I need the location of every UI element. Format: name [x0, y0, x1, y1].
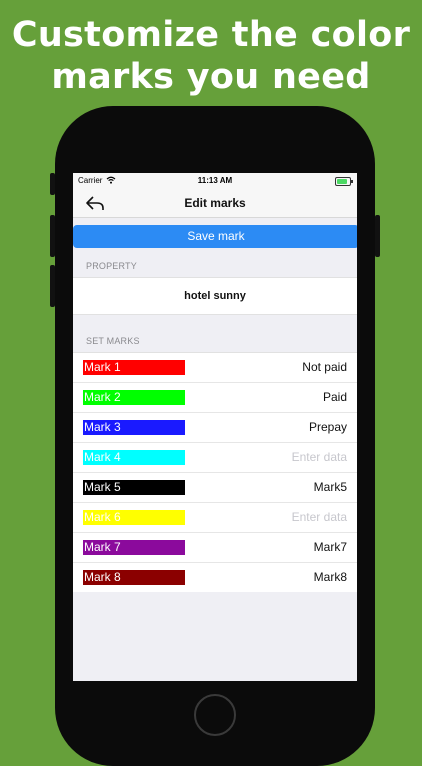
mark-color-swatch[interactable]: Mark 8	[83, 570, 185, 585]
property-header-label: PROPERTY	[86, 261, 137, 271]
mark-color-swatch[interactable]: Mark 6	[83, 510, 185, 525]
mark-row[interactable]: Mark 6 Enter data	[73, 503, 357, 533]
volume-up-button	[50, 215, 55, 257]
mark-row[interactable]: Mark 7 Mark7	[73, 533, 357, 563]
volume-down-button	[50, 265, 55, 307]
mark-row[interactable]: Mark 5 Mark5	[73, 473, 357, 503]
navigation-bar: Edit marks	[73, 189, 357, 218]
status-bar: Carrier 11:13 AM	[73, 173, 357, 189]
app-screen: Carrier 11:13 AM Edit marks Save mark PR…	[73, 173, 357, 681]
mark-row[interactable]: Mark 4 Enter data	[73, 443, 357, 473]
mark-text-field[interactable]: Mark5	[314, 480, 347, 495]
home-button[interactable]	[194, 694, 236, 736]
mark-color-swatch[interactable]: Mark 1	[83, 360, 185, 375]
marks-list: Mark 1 Not paid Mark 2 Paid Mark 3 Prepay Mark…	[73, 352, 357, 592]
page-title: Edit marks	[184, 196, 246, 210]
marks-section-header: SET MARKS	[73, 323, 357, 352]
mark-color-swatch[interactable]: Mark 5	[83, 480, 185, 495]
property-section-header: PROPERTY	[73, 248, 357, 277]
mark-color-swatch[interactable]: Mark 4	[83, 450, 185, 465]
promo-headline-line-2: marks you need	[51, 57, 371, 97]
save-mark-button[interactable]: Save mark	[73, 225, 357, 248]
mark-text-field[interactable]: Enter data	[292, 450, 347, 465]
power-button	[375, 215, 380, 257]
marks-header-label: SET MARKS	[86, 336, 140, 346]
mark-row[interactable]: Mark 8 Mark8	[73, 563, 357, 592]
mark-color-swatch[interactable]: Mark 7	[83, 540, 185, 555]
promo-headline-line-1: Customize the color	[11, 15, 411, 55]
mark-text-field[interactable]: Enter data	[292, 510, 347, 525]
mark-text-field[interactable]: Mark8	[314, 570, 347, 585]
mark-color-swatch[interactable]: Mark 3	[83, 420, 185, 435]
promo-headline: Customize the color marks you need	[0, 14, 422, 98]
silent-switch	[50, 173, 55, 195]
mark-text-field[interactable]: Paid	[323, 390, 347, 405]
property-row[interactable]: hotel sunny	[73, 277, 357, 315]
mark-text-field[interactable]: Prepay	[309, 420, 347, 435]
mark-text-field[interactable]: Not paid	[302, 360, 347, 375]
mark-text-field[interactable]: Mark7	[314, 540, 347, 555]
mark-row[interactable]: Mark 1 Not paid	[73, 353, 357, 383]
mark-row[interactable]: Mark 3 Prepay	[73, 413, 357, 443]
status-time: 11:13 AM	[197, 176, 233, 185]
mark-color-swatch[interactable]: Mark 2	[83, 390, 185, 405]
battery-charging-icon	[335, 177, 353, 186]
mark-row[interactable]: Mark 2 Paid	[73, 383, 357, 413]
